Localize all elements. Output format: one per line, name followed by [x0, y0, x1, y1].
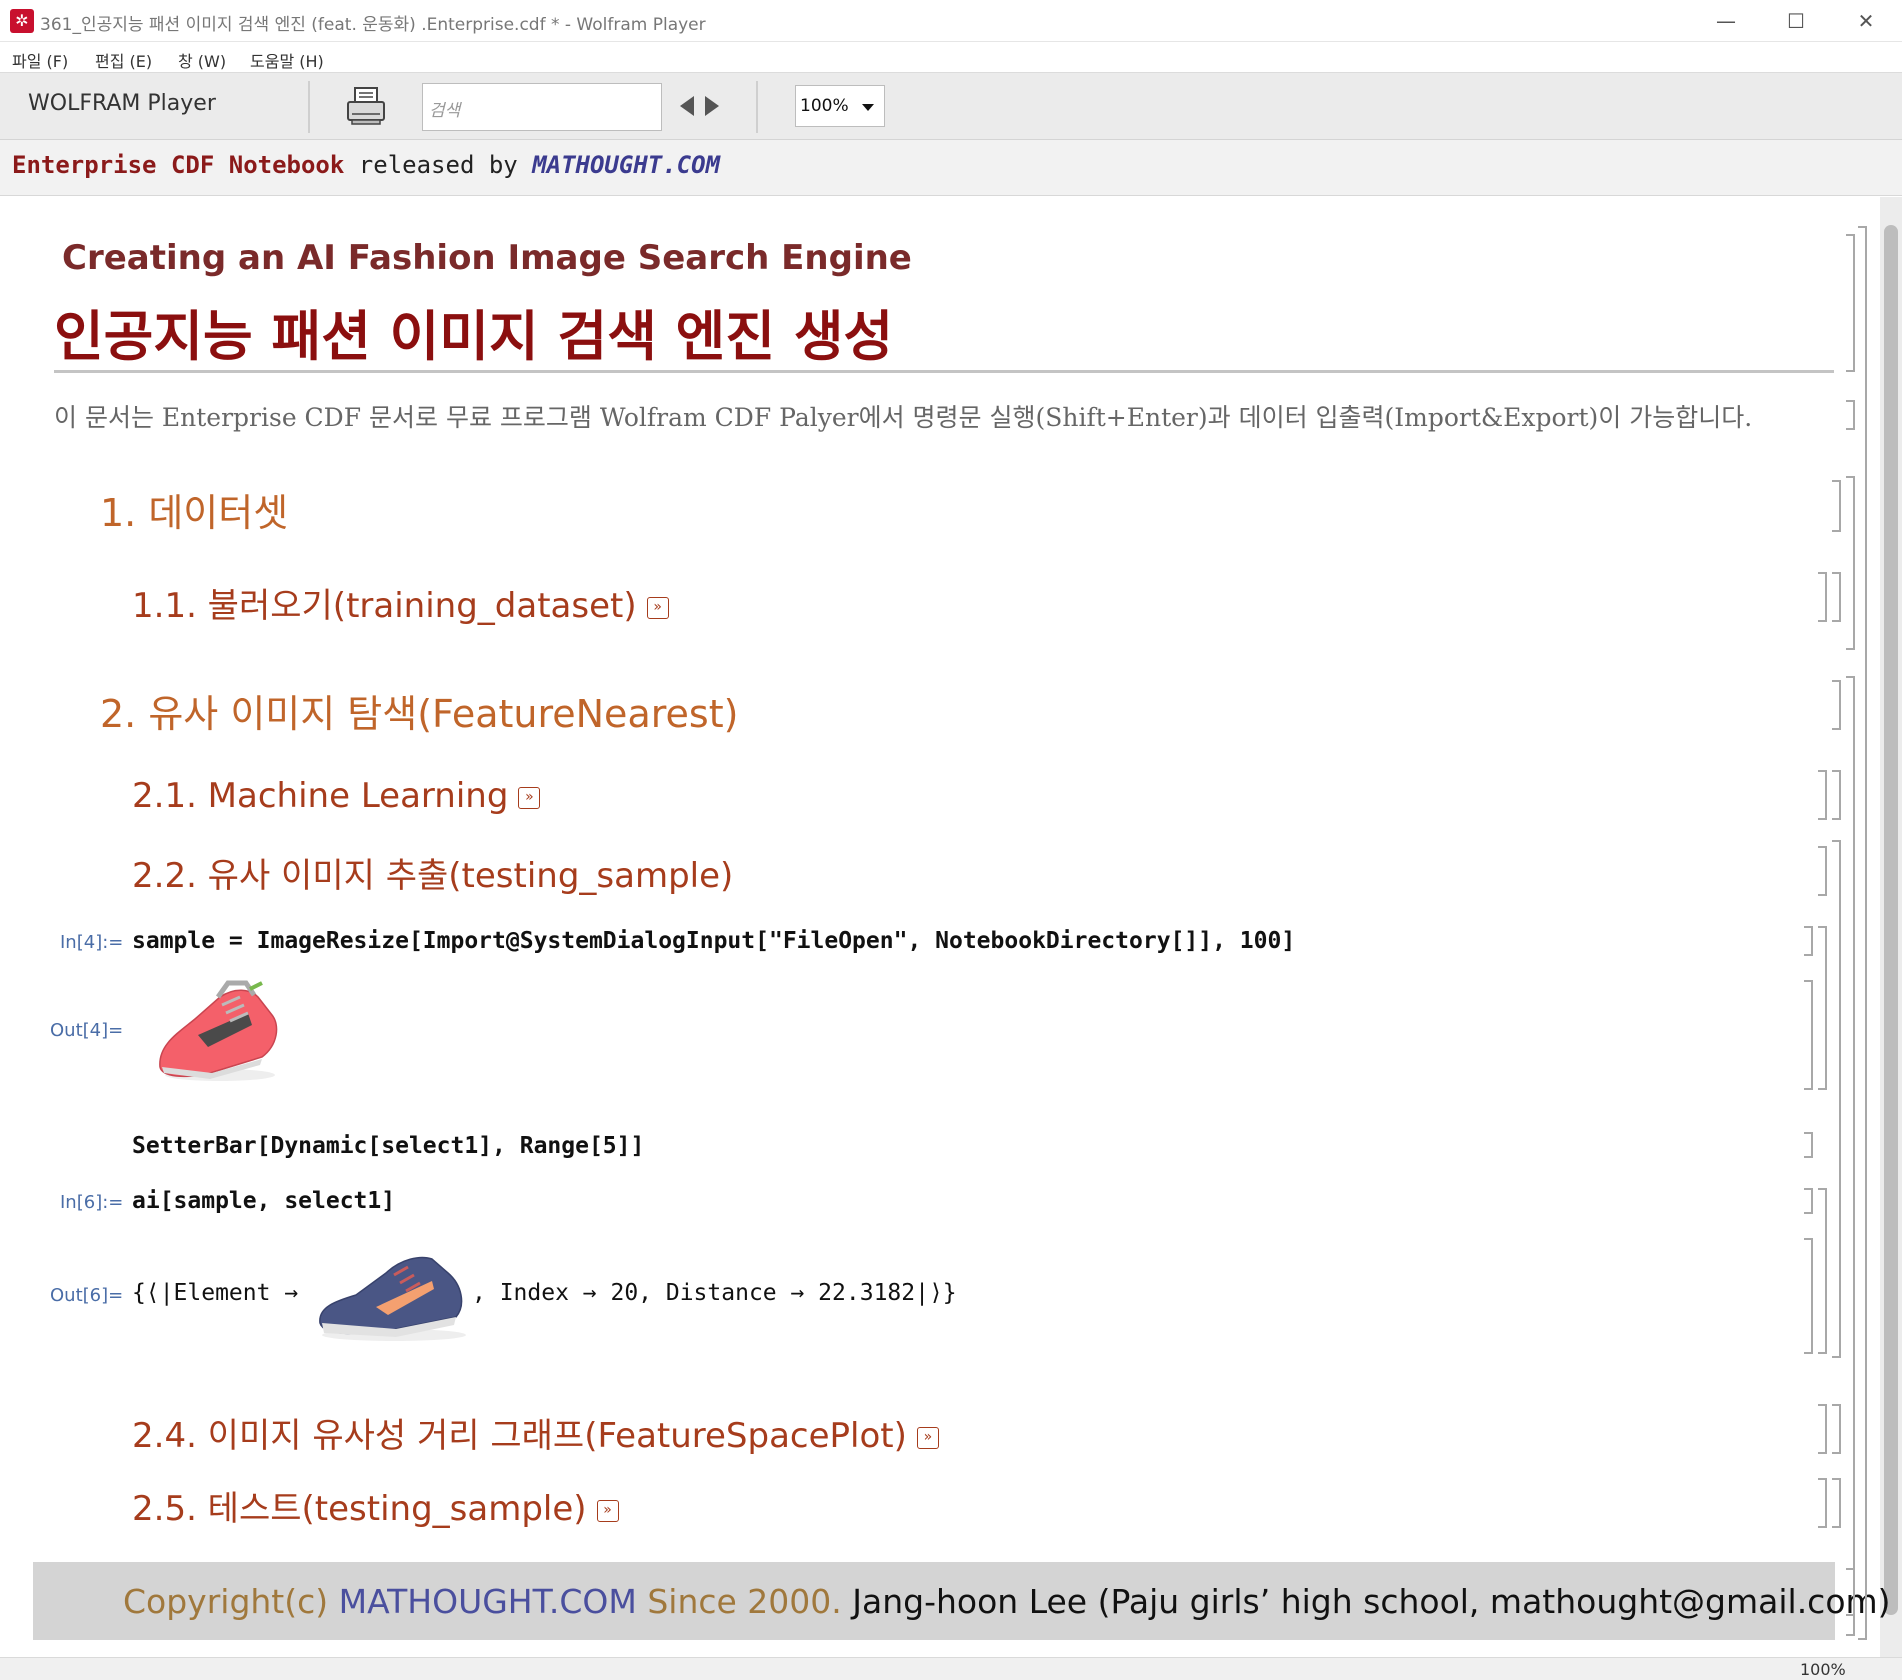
pink-running-shoe-icon — [159, 980, 278, 1081]
menu-edit[interactable]: 편집 (E) — [95, 48, 152, 72]
toolbar-divider — [756, 81, 758, 133]
input-cell-in4[interactable]: sample = ImageResize[Import@SystemDialog… — [132, 928, 1295, 954]
menu-file[interactable]: 파일 (F) — [12, 48, 68, 72]
copyright-footer: Copyright(c) MATHOUGHT.COM Since 2000. J… — [33, 1562, 1891, 1640]
enterprise-banner-site[interactable]: MATHOUGHT.COM — [532, 151, 720, 179]
cell-bracket[interactable] — [1832, 770, 1841, 820]
group-bracket[interactable] — [1858, 226, 1867, 1640]
jump-icon[interactable]: » — [518, 786, 541, 809]
subsection-2-5[interactable]: 2.5. 테스트(testing_sample) » — [132, 1481, 619, 1530]
status-zoom[interactable]: 100% — [1800, 1660, 1846, 1679]
input-cell-in6[interactable]: ai[sample, select1] — [132, 1188, 395, 1214]
cell-bracket[interactable] — [1832, 1404, 1841, 1454]
cell-bracket[interactable] — [1846, 400, 1855, 430]
zoom-select[interactable]: 100% — [795, 85, 885, 127]
cell-bracket[interactable] — [1804, 1132, 1813, 1158]
footer-site[interactable]: MATHOUGHT.COM — [339, 1582, 637, 1621]
cell-bracket[interactable] — [1804, 926, 1813, 956]
group-bracket[interactable] — [1846, 676, 1855, 1616]
output-prefix: {⟨|Element → — [132, 1280, 299, 1306]
group-bracket[interactable] — [1818, 1188, 1827, 1354]
menu-window[interactable]: 창 (W) — [178, 48, 226, 72]
subsection-2-1[interactable]: 2.1. Machine Learning » — [132, 776, 541, 816]
cell-bracket[interactable] — [1832, 480, 1841, 532]
cell-bracket[interactable] — [1818, 846, 1827, 896]
cell-bracket[interactable] — [1846, 234, 1855, 372]
search-input[interactable]: 검색 — [422, 83, 662, 131]
blue-running-shoe-icon — [319, 1256, 466, 1341]
enterprise-banner-title: Enterprise CDF Notebook — [12, 151, 345, 179]
section-2-heading: 2. 유사 이미지 탐색(FeatureNearest) — [100, 692, 739, 736]
triangle-right-icon — [705, 96, 719, 116]
footer-since: Since 2000. — [636, 1582, 853, 1621]
subsection-2-5-label: 2.5. 테스트(testing_sample) — [132, 1489, 587, 1529]
maximize-button[interactable]: ☐ — [1776, 6, 1816, 36]
cell-bracket[interactable] — [1832, 680, 1841, 730]
footer-author: Jang-hoon Lee (Paju girls’ high school, … — [852, 1582, 1891, 1621]
enterprise-banner-released: released by — [344, 151, 533, 179]
toolbar: WOLFRAM Player 검색 100% — [0, 72, 1902, 140]
subsection-2-4-label: 2.4. 이미지 유사성 거리 그래프(FeatureSpacePlot) — [132, 1416, 907, 1456]
input-label-in6: In[6]:= — [60, 1192, 124, 1213]
setterbar-cell[interactable]: SetterBar[Dynamic[select1], Range[5]] — [132, 1133, 644, 1159]
footer-copyright: Copyright(c) — [123, 1582, 339, 1621]
intro-text: 이 문서는 Enterprise CDF 문서로 무료 프로그램 Wolfram… — [54, 403, 1753, 432]
previous-arrow-button[interactable] — [676, 93, 698, 119]
enterprise-banner: Enterprise CDF Notebook released by MATH… — [0, 140, 1902, 196]
wolfram-gear-icon: ✲ — [10, 9, 34, 33]
next-arrow-button[interactable] — [701, 93, 723, 119]
cell-bracket[interactable] — [1804, 1188, 1813, 1214]
output-label-out4: Out[4]= — [50, 1020, 124, 1041]
cell-bracket[interactable] — [1804, 980, 1813, 1090]
result-shoe-image — [316, 1245, 471, 1345]
subsection-2-4[interactable]: 2.4. 이미지 유사성 거리 그래프(FeatureSpacePlot) » — [132, 1408, 939, 1457]
notebook-title-ko: 인공지능 패션 이미지 검색 엔진 생성 — [54, 305, 894, 368]
section-1-heading: 1. 데이터셋 — [100, 491, 289, 535]
jump-icon[interactable]: » — [646, 596, 669, 619]
group-bracket[interactable] — [1832, 840, 1841, 1358]
cell-bracket[interactable] — [1832, 572, 1841, 622]
toolbar-divider — [308, 81, 310, 133]
group-bracket[interactable] — [1846, 476, 1855, 650]
notebook-title-en: Creating an AI Fashion Image Search Engi… — [62, 238, 912, 278]
zoom-value: 100% — [800, 96, 849, 116]
chevron-down-icon — [862, 104, 874, 111]
cell-bracket[interactable] — [1832, 1478, 1841, 1528]
window-title: 361_인공지능 패션 이미지 검색 엔진 (feat. 운동화) .Enter… — [40, 15, 706, 35]
group-bracket[interactable] — [1818, 926, 1827, 1090]
wolfram-player-brand: WOLFRAM Player — [28, 91, 216, 116]
menu-bar: 파일 (F) 편집 (E) 창 (W) 도움말 (H) — [0, 42, 1902, 72]
close-button[interactable]: ✕ — [1846, 6, 1886, 36]
status-bar: 100% — [0, 1657, 1902, 1680]
subsection-1-1[interactable]: 1.1. 불러오기(training_dataset) » — [132, 578, 669, 627]
output-suffix: , Index → 20, Distance → 22.3182|⟩} — [472, 1280, 957, 1306]
subsection-2-1-label: 2.1. Machine Learning — [132, 776, 509, 816]
triangle-left-icon — [680, 96, 694, 116]
vertical-scrollbar[interactable] — [1880, 197, 1902, 1657]
minimize-button[interactable]: — — [1706, 6, 1746, 36]
print-button[interactable] — [345, 85, 387, 127]
sample-shoe-image — [150, 975, 290, 1090]
cell-bracket[interactable] — [1818, 1404, 1827, 1454]
subsection-2-2-heading: 2.2. 유사 이미지 추출(testing_sample) — [132, 856, 734, 896]
cell-bracket[interactable] — [1818, 572, 1827, 622]
output-label-out6: Out[6]= — [50, 1285, 124, 1306]
input-label-in4: In[4]:= — [60, 932, 124, 953]
menu-help[interactable]: 도움말 (H) — [250, 48, 324, 72]
title-bar: ✲ 361_인공지능 패션 이미지 검색 엔진 (feat. 운동화) .Ent… — [0, 0, 1902, 42]
jump-icon[interactable]: » — [596, 1499, 619, 1522]
cell-bracket[interactable] — [1818, 770, 1827, 820]
printer-icon — [347, 87, 385, 125]
title-divider — [54, 370, 1834, 373]
scrollbar-thumb[interactable] — [1884, 225, 1898, 1615]
cell-bracket[interactable] — [1804, 1238, 1813, 1354]
jump-icon[interactable]: » — [916, 1426, 939, 1449]
cell-bracket[interactable] — [1818, 1478, 1827, 1528]
subsection-1-1-label: 1.1. 불러오기(training_dataset) — [132, 586, 637, 626]
cell-bracket[interactable] — [1846, 1568, 1855, 1636]
